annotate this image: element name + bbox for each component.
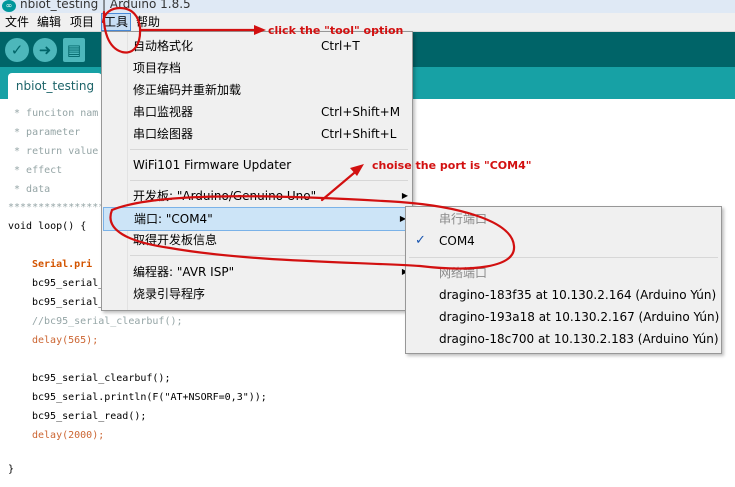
annotation-tool-text: click the "tool" option (268, 24, 404, 37)
annotation-ink-layer (101, 6, 516, 270)
tool-circle-annotation (101, 6, 142, 54)
annotation-port-text: choise the port is "COM4" (372, 159, 532, 172)
tool-arrow-head (254, 25, 266, 35)
port-circle-annotation (109, 195, 516, 270)
